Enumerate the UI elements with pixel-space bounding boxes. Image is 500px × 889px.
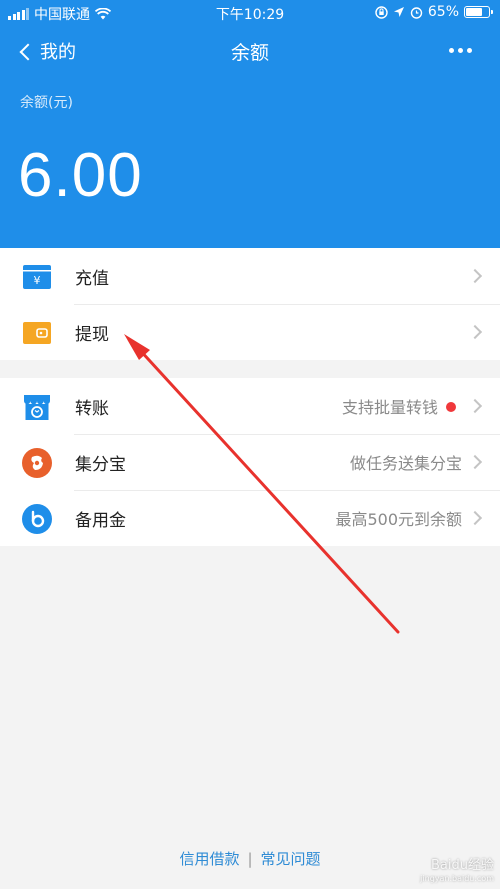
chevron-right-icon bbox=[467, 268, 483, 284]
services-group: 转账 支持批量转钱 集分宝 做任务送集分宝 备用金 最高500元到余额 bbox=[0, 378, 500, 546]
recharge-icon: ¥ bbox=[22, 262, 52, 292]
transfer-row[interactable]: 转账 支持批量转钱 bbox=[0, 378, 500, 434]
jifenbao-row[interactable]: 集分宝 做任务送集分宝 bbox=[0, 434, 500, 490]
battery-icon bbox=[464, 6, 493, 18]
svg-text:¥: ¥ bbox=[34, 274, 41, 287]
balance-label: 余额(元) bbox=[20, 95, 73, 111]
transfer-hint: 支持批量转钱 bbox=[341, 398, 438, 417]
navigation-bar: 我的 余额 bbox=[0, 30, 500, 70]
transfer-icon bbox=[22, 392, 52, 422]
chevron-right-icon bbox=[467, 454, 483, 470]
jifenbao-icon bbox=[22, 448, 52, 478]
status-bar: 中国联通 下午10:29 65% bbox=[0, 0, 500, 26]
withdraw-row[interactable]: 提现 bbox=[0, 304, 500, 360]
beiyongjin-icon bbox=[22, 504, 52, 534]
beiyongjin-hint: 最高500元到余额 bbox=[335, 510, 462, 529]
jifenbao-label: 集分宝 bbox=[75, 454, 126, 475]
withdraw-icon bbox=[22, 318, 52, 348]
baidu-watermark: Baidu经验 jingyan.baidu.com bbox=[420, 859, 494, 885]
beiyongjin-row[interactable]: 备用金 最高500元到余额 bbox=[0, 490, 500, 546]
watermark-url: jingyan.baidu.com bbox=[420, 874, 494, 883]
jifenbao-hint: 做任务送集分宝 bbox=[349, 454, 462, 473]
chevron-right-icon bbox=[467, 324, 483, 340]
balance-header: 中国联通 下午10:29 65% 我的 余额 余额(元) 6.00 bbox=[0, 0, 500, 248]
withdraw-label: 提现 bbox=[75, 324, 109, 345]
balance-amount: 6.00 bbox=[18, 141, 143, 210]
notification-dot bbox=[446, 402, 456, 412]
recharge-row[interactable]: ¥ 充值 bbox=[0, 248, 500, 304]
chevron-right-icon bbox=[467, 510, 483, 526]
more-options-icon[interactable] bbox=[449, 48, 472, 53]
footer-separator: | bbox=[247, 850, 253, 868]
battery-percent: 65% bbox=[427, 4, 459, 20]
chevron-right-icon bbox=[467, 398, 483, 414]
beiyongjin-label: 备用金 bbox=[75, 510, 126, 531]
location-icon bbox=[393, 7, 404, 17]
watermark-text: Baidu经验 bbox=[431, 858, 494, 873]
faq-link[interactable]: 常见问题 bbox=[261, 850, 321, 868]
alarm-icon bbox=[410, 6, 423, 19]
recharge-label: 充值 bbox=[75, 268, 109, 289]
fund-actions-group: ¥ 充值 提现 bbox=[0, 248, 500, 360]
rotation-lock-icon bbox=[375, 5, 388, 19]
transfer-label: 转账 bbox=[75, 398, 109, 419]
credit-loan-link[interactable]: 信用借款 bbox=[179, 850, 239, 868]
page-title: 余额 bbox=[230, 42, 269, 64]
